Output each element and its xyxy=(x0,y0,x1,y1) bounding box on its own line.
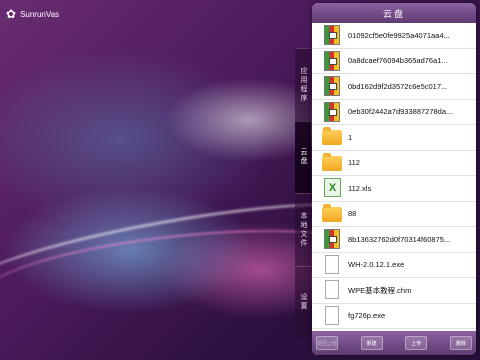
file-list[interactable]: 01092cf5e0fe9925a4071aa4... 0a8dcaef7609… xyxy=(312,23,476,331)
tab-label: 云盘 xyxy=(300,148,307,167)
tab-apps[interactable]: 应用程序 xyxy=(295,48,311,121)
file-name: 88 xyxy=(348,209,357,219)
archive-icon xyxy=(322,76,342,97)
app-logo: ✿ SunrunVas xyxy=(6,8,59,20)
file-name: 112 xyxy=(348,158,360,168)
folder-icon xyxy=(322,152,342,173)
list-item[interactable]: 0eb30f2442a7d933887278da... xyxy=(312,100,476,125)
file-name: 112.xls xyxy=(348,183,372,193)
folder-icon xyxy=(322,203,342,224)
document-icon xyxy=(322,254,342,275)
new-folder-button[interactable]: 新建 xyxy=(360,336,383,350)
flower-logo-icon: ✿ xyxy=(6,7,17,21)
list-item[interactable]: 112 xyxy=(312,151,476,176)
archive-icon xyxy=(322,50,342,71)
document-icon xyxy=(322,305,342,326)
tab-local-files[interactable]: 本地文件 xyxy=(295,193,311,266)
file-name: WPE基本教程.chm xyxy=(348,285,412,295)
tab-cloud-drive[interactable]: 云盘 xyxy=(295,120,311,193)
file-name: 01092cf5e0fe9925a4071aa4... xyxy=(348,30,450,40)
side-tab-bar: 应用程序 云盘 本地文件 设置 xyxy=(295,48,311,338)
logo-text: SunrunVas xyxy=(20,9,60,19)
file-name: 0a8dcaef76094b365ad76a1... xyxy=(348,56,448,66)
archive-icon xyxy=(322,25,342,46)
tab-settings[interactable]: 设置 xyxy=(295,265,311,338)
archive-icon xyxy=(322,101,342,122)
file-name: 0bd162d9f2d3572c6e5c017... xyxy=(348,81,448,91)
cloud-drive-panel: 云盘 01092cf5e0fe9925a4071aa4... 0a8dcaef7… xyxy=(312,3,476,355)
list-item[interactable]: WH-2.0.12.1.exe xyxy=(312,253,476,278)
upload-button[interactable]: 上传 xyxy=(405,336,428,350)
file-name: fg726p.exe xyxy=(348,311,386,321)
list-item[interactable]: X 112.xls xyxy=(312,176,476,202)
list-item[interactable]: 8b13632762d0f70314f60875... xyxy=(312,227,476,253)
tab-label: 本地文件 xyxy=(300,211,307,248)
list-item[interactable]: fg726p.exe xyxy=(312,304,476,329)
document-icon xyxy=(322,280,342,300)
tab-label: 应用程序 xyxy=(300,66,307,103)
list-item[interactable]: 88 xyxy=(312,202,476,227)
file-name: 8b13632762d0f70314f60875... xyxy=(348,234,451,244)
list-item[interactable]: WPE基本教程.chm xyxy=(312,278,476,304)
tab-label: 设置 xyxy=(300,293,307,312)
panel-toolbar: 返回上级 新建 上传 删除 xyxy=(312,331,476,355)
file-name: 1 xyxy=(348,132,353,142)
list-item[interactable]: 0bd162d9f2d3572c6e5c017... xyxy=(312,74,476,100)
file-name: WH-2.0.12.1.exe xyxy=(348,260,405,270)
list-item[interactable]: 1 xyxy=(312,125,476,151)
excel-icon: X xyxy=(322,178,342,198)
list-item[interactable]: 0a8dcaef76094b365ad76a1... xyxy=(312,49,476,74)
delete-button[interactable]: 删除 xyxy=(449,336,472,350)
back-button[interactable]: 返回上级 xyxy=(316,336,338,350)
file-name: 0eb30f2442a7d933887278da... xyxy=(348,107,453,117)
list-item[interactable]: 01092cf5e0fe9925a4071aa4... xyxy=(312,23,476,49)
archive-icon xyxy=(322,229,342,250)
folder-icon xyxy=(322,127,342,147)
panel-title: 云盘 xyxy=(312,3,476,23)
